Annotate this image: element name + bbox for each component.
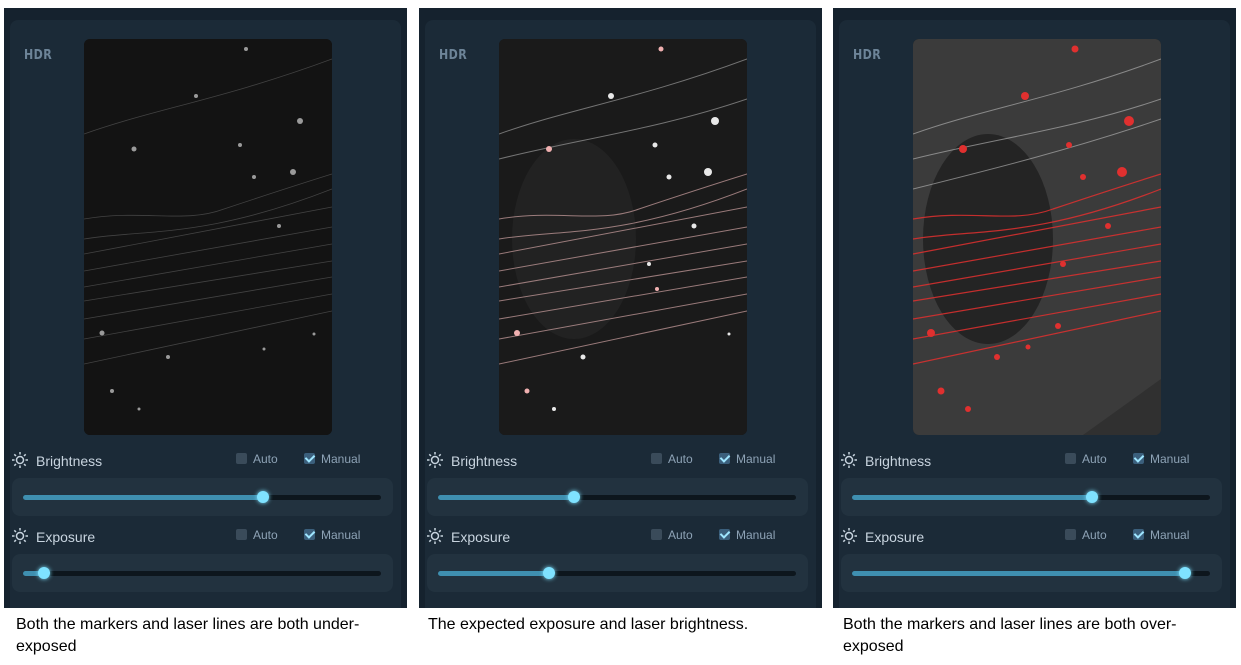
camera-panel-over: HDR Brightness Auto Manual Exposure Auto…	[833, 8, 1236, 608]
camera-panel-under: HDR Brightness Auto Manual Exposure Auto…	[4, 8, 407, 608]
exposure-row: Exposure Auto Manual	[841, 526, 1226, 548]
brightness-slider[interactable]	[12, 478, 393, 516]
brightness-manual-label: Manual	[736, 452, 776, 466]
brightness-slider[interactable]	[841, 478, 1222, 516]
slider-fill	[438, 571, 549, 576]
slider-fill	[852, 495, 1092, 500]
slider-track[interactable]	[852, 491, 1210, 503]
checkbox-checked-icon	[719, 529, 730, 540]
exposure-row: Exposure Auto Manual	[427, 526, 812, 548]
slider-thumb[interactable]	[568, 491, 581, 503]
camera-preview	[84, 39, 332, 435]
slider-track[interactable]	[23, 491, 381, 503]
slider-fill	[23, 495, 263, 500]
panel-body: HDR	[10, 20, 401, 608]
exposure-row: Exposure Auto Manual	[12, 526, 397, 548]
slider-track[interactable]	[438, 567, 796, 579]
exposure-label: Exposure	[36, 529, 96, 545]
exposure-manual-label: Manual	[1150, 528, 1190, 542]
brightness-label: Brightness	[36, 453, 103, 469]
exposure-label: Exposure	[451, 529, 511, 545]
slider-fill	[852, 571, 1185, 576]
exposure-manual-label: Manual	[321, 528, 361, 542]
checkbox-icon	[1065, 529, 1076, 540]
camera-preview	[913, 39, 1161, 435]
hdr-label: HDR	[24, 48, 53, 63]
brightness-auto-label: Auto	[253, 452, 278, 466]
slider-track[interactable]	[23, 567, 381, 579]
panel-body: HDR	[425, 20, 816, 608]
checkbox-icon	[236, 453, 247, 464]
caption-expected: The expected exposure and laser brightne…	[428, 616, 749, 633]
brightness-auto-label: Auto	[668, 452, 693, 466]
camera-preview	[499, 39, 747, 435]
camera-panel-expected: HDR Brightness Auto Manual Exposure Auto…	[419, 8, 822, 608]
checkbox-checked-icon	[719, 453, 730, 464]
checkbox-icon	[236, 529, 247, 540]
exposure-auto-label: Auto	[1082, 528, 1107, 542]
brightness-label: Brightness	[865, 453, 932, 469]
brightness-manual-label: Manual	[1150, 452, 1190, 466]
exposure-icon	[427, 528, 443, 544]
caption-over: Both the markers and laser lines are bot…	[843, 616, 1177, 655]
hdr-label: HDR	[439, 48, 468, 63]
exposure-label: Exposure	[865, 529, 925, 545]
brightness-icon	[841, 452, 857, 468]
brightness-auto-label: Auto	[1082, 452, 1107, 466]
checkbox-checked-icon	[304, 453, 315, 464]
slider-track[interactable]	[438, 491, 796, 503]
slider-thumb[interactable]	[38, 567, 51, 579]
checkbox-icon	[651, 529, 662, 540]
exposure-auto-label: Auto	[668, 528, 693, 542]
checkbox-icon	[1065, 453, 1076, 464]
exposure-icon	[841, 528, 857, 544]
slider-thumb[interactable]	[256, 491, 269, 503]
slider-thumb[interactable]	[1085, 491, 1098, 503]
brightness-label: Brightness	[451, 453, 518, 469]
exposure-icon	[12, 528, 28, 544]
brightness-row: Brightness Auto Manual	[841, 450, 1226, 472]
preview-image	[499, 39, 747, 435]
exposure-manual-label: Manual	[736, 528, 776, 542]
checkbox-checked-icon	[1133, 529, 1144, 540]
brightness-icon	[12, 452, 28, 468]
slider-track[interactable]	[852, 567, 1210, 579]
preview-image	[84, 39, 332, 435]
brightness-icon	[427, 452, 443, 468]
slider-fill	[438, 495, 575, 500]
brightness-row: Brightness Auto Manual	[12, 450, 397, 472]
checkbox-icon	[651, 453, 662, 464]
hdr-label: HDR	[853, 48, 882, 63]
exposure-slider[interactable]	[12, 554, 393, 592]
exposure-slider[interactable]	[841, 554, 1222, 592]
panel-body: HDR	[839, 20, 1230, 608]
brightness-manual-label: Manual	[321, 452, 361, 466]
slider-thumb[interactable]	[542, 567, 555, 579]
checkbox-checked-icon	[304, 529, 315, 540]
preview-image	[913, 39, 1161, 435]
slider-thumb[interactable]	[1178, 567, 1191, 579]
brightness-row: Brightness Auto Manual	[427, 450, 812, 472]
exposure-auto-label: Auto	[253, 528, 278, 542]
caption-under: Both the markers and laser lines are bot…	[16, 616, 360, 655]
checkbox-checked-icon	[1133, 453, 1144, 464]
exposure-slider[interactable]	[427, 554, 808, 592]
brightness-slider[interactable]	[427, 478, 808, 516]
